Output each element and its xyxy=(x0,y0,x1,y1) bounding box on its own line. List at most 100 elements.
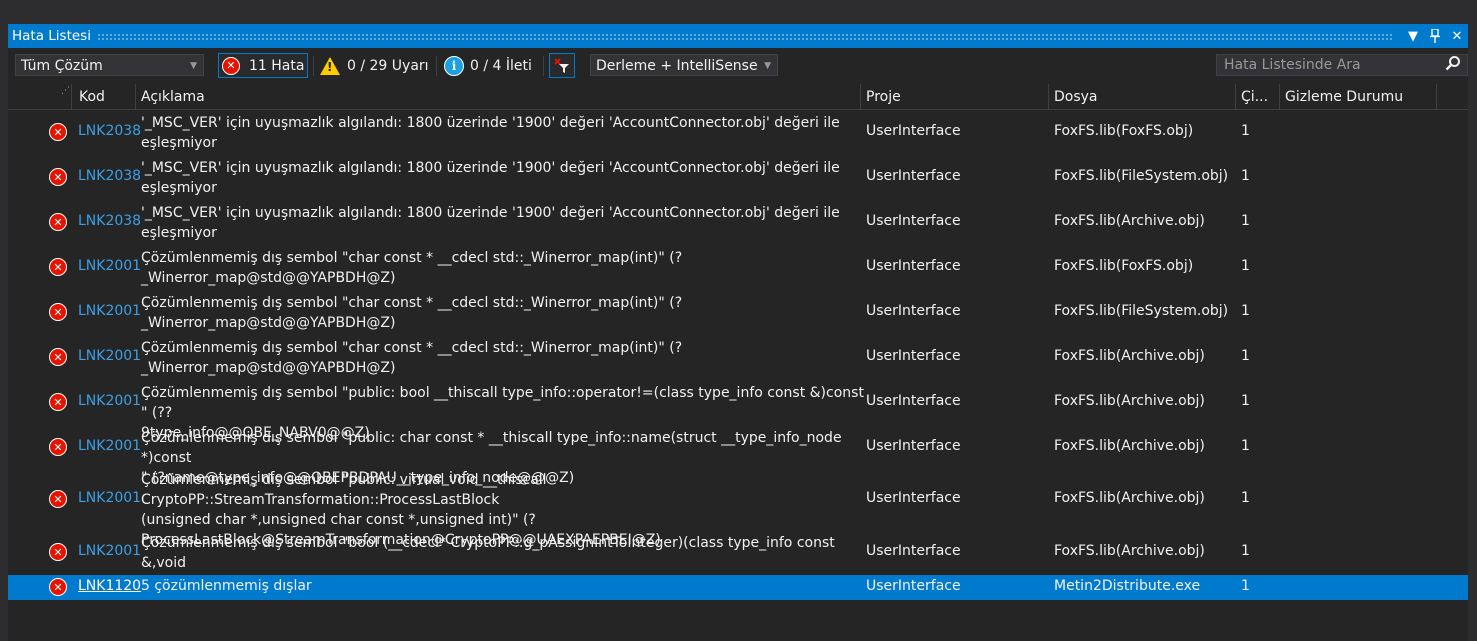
error-file: FoxFS.lib(FileSystem.obj) xyxy=(1054,303,1229,319)
errors-filter-label: 11 Hata xyxy=(249,57,305,74)
errors-filter-button[interactable]: ✕ 11 Hata xyxy=(218,53,308,78)
error-line: 1 xyxy=(1241,543,1250,559)
drag-grip[interactable] xyxy=(96,32,1394,40)
error-line: 1 xyxy=(1241,213,1250,229)
error-line: 1 xyxy=(1241,348,1250,364)
sort-grip-icon[interactable]: ⋰ xyxy=(48,84,72,109)
error-project: UserInterface xyxy=(866,303,961,319)
error-project: UserInterface xyxy=(866,578,961,594)
column-header-description[interactable]: Açıklama xyxy=(136,84,861,109)
error-code-link[interactable]: LNK2038 xyxy=(78,213,141,229)
search-input[interactable] xyxy=(1224,57,1424,73)
error-file: FoxFS.lib(Archive.obj) xyxy=(1054,438,1205,454)
scope-dropdown[interactable]: Tüm Çözüm ▼ xyxy=(15,54,204,76)
error-project: UserInterface xyxy=(866,490,961,506)
error-rows: ✕ LNK2038 '_MSC_VER' için uyuşmazlık alg… xyxy=(8,110,1468,600)
error-code-link[interactable]: LNK1120 xyxy=(78,578,141,594)
error-list-toolbar: Tüm Çözüm ▼ ✕ 11 Hata ! 0 / 29 Uyarı i 0… xyxy=(8,52,1468,80)
error-project: UserInterface xyxy=(866,393,961,409)
table-row[interactable]: ✕ LNK2001 Çözümlenmemiş dış sembol "char… xyxy=(8,335,1468,380)
close-icon[interactable]: ✕ xyxy=(1446,25,1468,47)
warning-icon: ! xyxy=(320,56,340,75)
search-box[interactable] xyxy=(1216,54,1468,76)
panel-title: Hata Listesi xyxy=(12,28,91,44)
error-code-link[interactable]: LNK2001 xyxy=(78,490,141,506)
error-code-link[interactable]: LNK2001 xyxy=(78,543,141,559)
table-row[interactable]: ✕ LNK2038 '_MSC_VER' için uyuşmazlık alg… xyxy=(8,155,1468,200)
error-icon: ✕ xyxy=(49,348,67,366)
error-file: Metin2Distribute.exe xyxy=(1054,578,1201,594)
table-row[interactable]: ✕ LNK2038 '_MSC_VER' için uyuşmazlık alg… xyxy=(8,200,1468,245)
column-header-suppression[interactable]: Gizleme Durumu xyxy=(1280,84,1437,109)
error-icon: ✕ xyxy=(49,258,67,276)
error-line: 1 xyxy=(1241,578,1250,594)
table-row[interactable]: ✕ LNK2038 '_MSC_VER' için uyuşmazlık alg… xyxy=(8,110,1468,155)
table-row[interactable]: ✕ LNK2001 Çözümlenmemiş dış sembol "char… xyxy=(8,290,1468,335)
panel-titlebar[interactable]: Hata Listesi ▼ ✕ xyxy=(8,24,1468,48)
error-project: UserInterface xyxy=(866,438,961,454)
error-line: 1 xyxy=(1241,438,1250,454)
error-line: 1 xyxy=(1241,258,1250,274)
messages-filter-button[interactable]: i 0 / 4 İleti xyxy=(444,53,541,78)
info-icon: i xyxy=(444,55,464,76)
column-header-project[interactable]: Proje xyxy=(861,84,1049,109)
search-icon[interactable] xyxy=(1445,55,1461,77)
error-project: UserInterface xyxy=(866,168,961,184)
warnings-filter-button[interactable]: ! 0 / 29 Uyarı xyxy=(320,53,435,78)
error-file: FoxFS.lib(Archive.obj) xyxy=(1054,543,1205,559)
error-code-link[interactable]: LNK2038 xyxy=(78,123,141,139)
scope-value: Tüm Çözüm xyxy=(21,58,103,74)
toolbar-separator xyxy=(313,56,314,76)
warnings-filter-label: 0 / 29 Uyarı xyxy=(347,57,429,74)
chevron-down-icon: ▼ xyxy=(190,61,197,71)
error-code-link[interactable]: LNK2001 xyxy=(78,438,141,454)
error-icon: ✕ xyxy=(49,213,67,231)
column-header-file[interactable]: Dosya xyxy=(1049,84,1236,109)
chevron-down-icon: ▼ xyxy=(764,61,771,71)
error-file: FoxFS.lib(FoxFS.obj) xyxy=(1054,258,1194,274)
column-header-line[interactable]: Çi... xyxy=(1236,84,1280,109)
error-icon: ✕ xyxy=(222,56,240,75)
column-header-code[interactable]: Kod xyxy=(72,84,136,109)
build-filter-dropdown[interactable]: Derleme + IntelliSense ▼ xyxy=(590,54,778,76)
column-header-row: ⋰ Kod Açıklama Proje Dosya Çi... Gizleme… xyxy=(8,84,1468,110)
error-code-link[interactable]: LNK2001 xyxy=(78,303,141,319)
error-line: 1 xyxy=(1241,490,1250,506)
error-icon: ✕ xyxy=(49,438,67,456)
table-row[interactable]: ✕ LNK2001 Çözümlenmemiş dış sembol "publ… xyxy=(8,470,1468,548)
error-icon: ✕ xyxy=(49,490,67,508)
table-row[interactable]: ✕ LNK2001 Çözümlenmemiş dış sembol "char… xyxy=(8,245,1468,290)
error-file: FoxFS.lib(Archive.obj) xyxy=(1054,348,1205,364)
dropdown-arrow-icon[interactable]: ▼ xyxy=(1402,25,1424,47)
error-project: UserInterface xyxy=(866,543,961,559)
error-file: FoxFS.lib(Archive.obj) xyxy=(1054,213,1205,229)
table-row[interactable]: ✕ LNK2001 Çözümlenmemiş dış sembol "publ… xyxy=(8,425,1468,486)
error-list-panel: Hata Listesi ▼ ✕ Tüm Çözüm ▼ ✕ 11 Hata !… xyxy=(8,24,1468,641)
error-file: FoxFS.lib(FoxFS.obj) xyxy=(1054,123,1194,139)
error-line: 1 xyxy=(1241,303,1250,319)
toolbar-separator xyxy=(543,56,544,76)
error-description: '_MSC_VER' için uyuşmazlık algılandı: 18… xyxy=(141,115,840,151)
messages-filter-label: 0 / 4 İleti xyxy=(470,57,532,74)
table-row-selected[interactable]: ✕ LNK1120 5 çözümlenmemiş dışlar UserInt… xyxy=(8,575,1468,600)
error-icon: ✕ xyxy=(49,168,67,186)
toolbar-separator xyxy=(436,56,437,76)
error-description: '_MSC_VER' için uyuşmazlık algılandı: 18… xyxy=(141,205,840,241)
build-filter-value: Derleme + IntelliSense xyxy=(596,58,758,74)
error-project: UserInterface xyxy=(866,348,961,364)
error-code-link[interactable]: LNK2038 xyxy=(78,168,141,184)
error-icon: ✕ xyxy=(49,543,67,561)
table-row[interactable]: ✕ LNK2001 Çözümlenmemiş dış sembol "bool… xyxy=(8,530,1468,591)
error-code-link[interactable]: LNK2001 xyxy=(78,348,141,364)
table-row[interactable]: ✕ LNK2001 Çözümlenmemiş dış sembol "publ… xyxy=(8,380,1468,441)
filter-icon[interactable] xyxy=(549,53,575,78)
error-icon: ✕ xyxy=(49,578,67,596)
error-line: 1 xyxy=(1241,123,1250,139)
error-description: 5 çözümlenmemiş dışlar xyxy=(141,578,312,594)
error-icon: ✕ xyxy=(49,303,67,321)
error-code-link[interactable]: LNK2001 xyxy=(78,258,141,274)
pin-icon[interactable] xyxy=(1424,25,1446,47)
error-description: '_MSC_VER' için uyuşmazlık algılandı: 18… xyxy=(141,160,840,196)
error-description: Çözümlenmemiş dış sembol "char const * _… xyxy=(141,250,683,286)
error-code-link[interactable]: LNK2001 xyxy=(78,393,141,409)
